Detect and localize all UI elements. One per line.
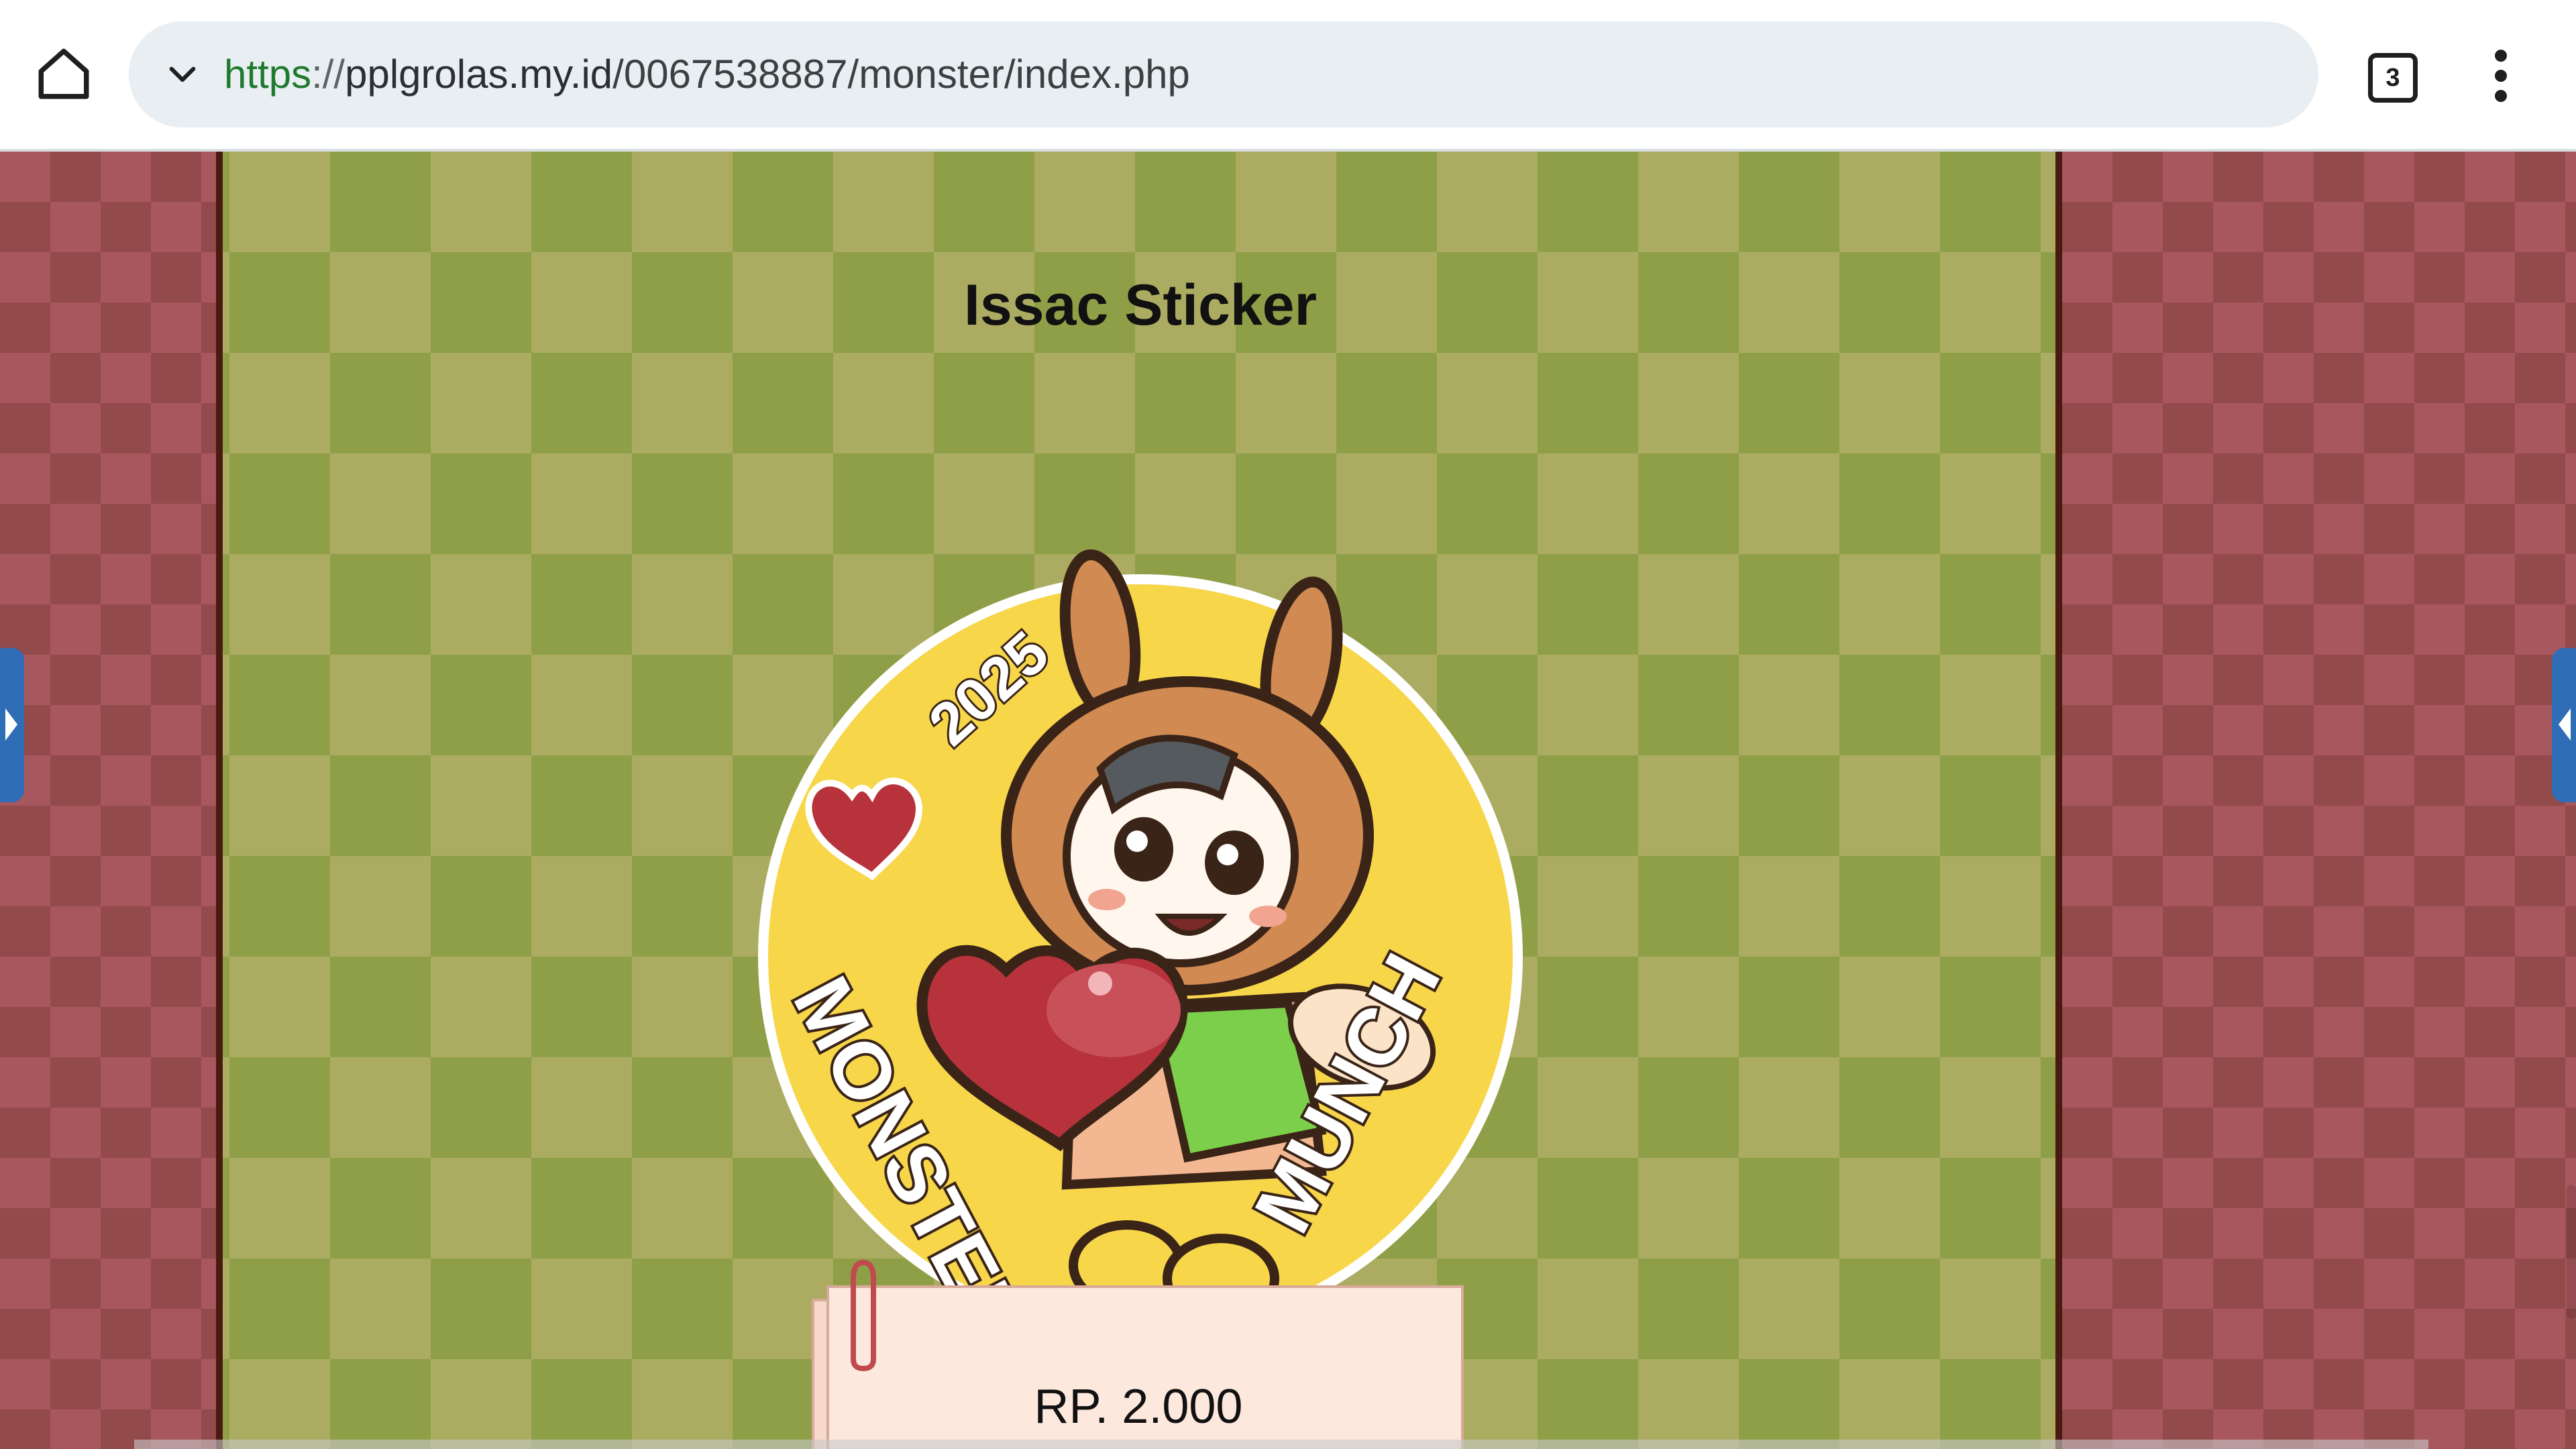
tab-count: 3	[2368, 53, 2418, 103]
edge-panel-handle-right[interactable]	[2552, 648, 2576, 802]
checkered-background-left	[0, 152, 216, 1449]
home-button[interactable]	[34, 44, 94, 104]
url-host: pplgrolas.my.id	[345, 52, 613, 97]
checkered-background-right	[2062, 152, 2576, 1449]
home-icon	[38, 48, 89, 99]
tab-switcher-button[interactable]: 3	[2364, 49, 2420, 105]
url-scheme: https	[224, 52, 312, 97]
product-title: Issac Sticker	[964, 273, 1317, 337]
url-separator: ://	[311, 52, 345, 97]
paperclip-icon	[851, 1259, 876, 1372]
web-page: Issac Sticker 2025 MONSTER MUNCH RP. 2.0…	[0, 152, 2576, 1449]
chevron-down-icon[interactable]	[164, 56, 201, 94]
url-text[interactable]: https://pplgrolas.my.id/0067538887/monst…	[224, 21, 1190, 127]
browser-toolbar: https://pplgrolas.my.id/0067538887/monst…	[0, 0, 2576, 152]
horizontal-scrollbar[interactable]	[134, 1440, 2428, 1449]
address-bar[interactable]: https://pplgrolas.my.id/0067538887/monst…	[129, 21, 2318, 127]
menu-button[interactable]	[2477, 46, 2525, 106]
edge-panel-handle-left[interactable]	[0, 648, 24, 802]
sticker-illustration: 2025 MONSTER MUNCH	[758, 549, 1523, 1363]
chevron-left-icon	[2559, 708, 2571, 741]
product-price: RP. 2.000	[1034, 1380, 1243, 1434]
url-path: /0067538887/monster/index.php	[612, 52, 1190, 97]
scrollbar-thumb[interactable]	[2567, 1185, 2576, 1319]
chevron-right-icon	[5, 708, 17, 741]
product-image[interactable]: 2025 MONSTER MUNCH	[751, 420, 1529, 1373]
